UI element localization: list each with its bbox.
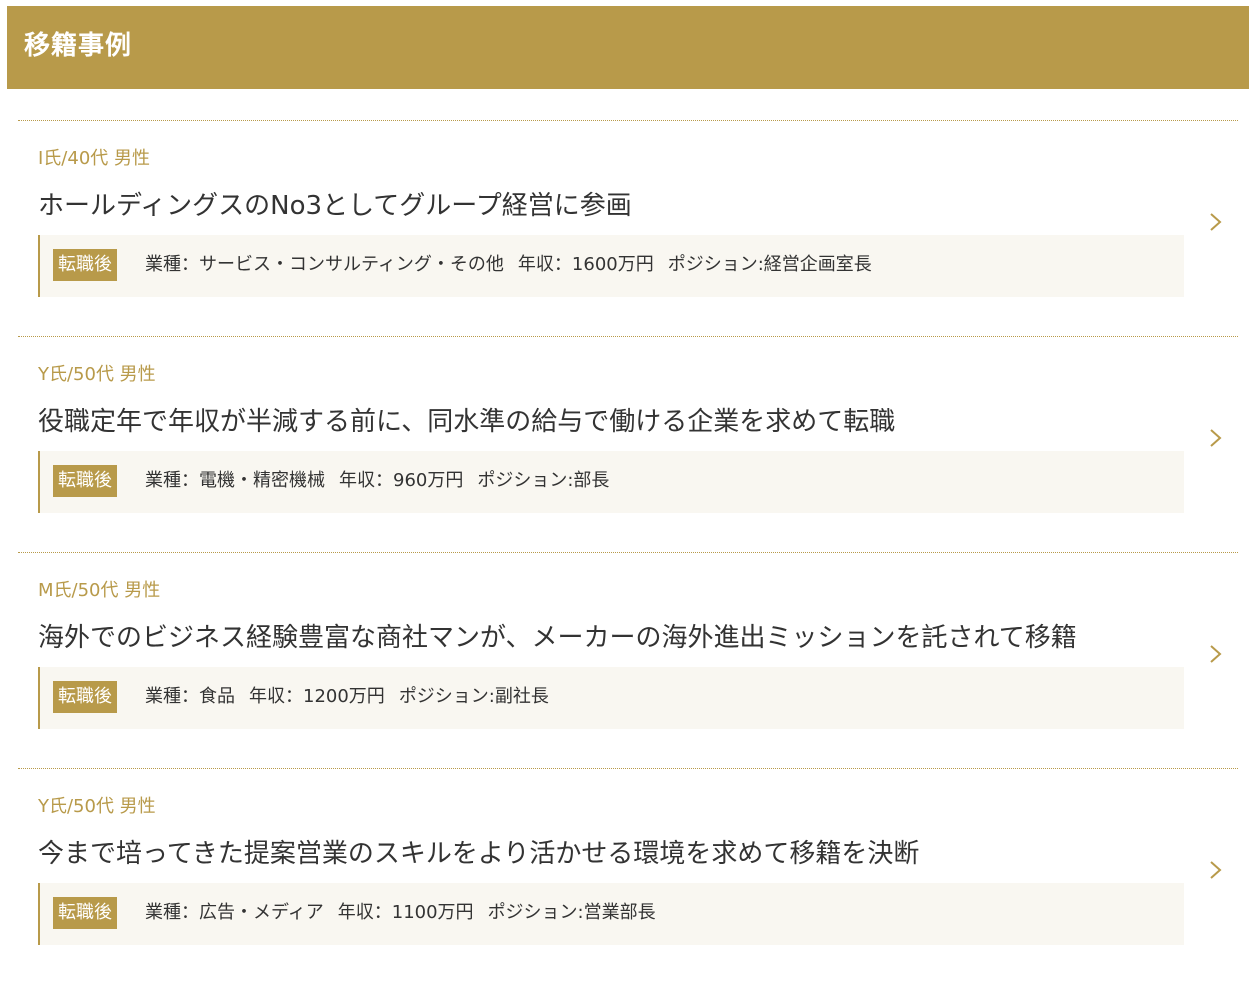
position-text: ポジション:営業部長: [487, 902, 656, 923]
after-transfer-box: 転職後 業種：食品 年収：1200万円 ポジション:副社長: [38, 667, 1184, 729]
position-text: ポジション:部長: [477, 470, 610, 491]
after-transfer-details: 業種：電機・精密機械 年収：960万円 ポジション:部長: [145, 467, 609, 495]
case-person: Y氏/50代 男性: [38, 796, 156, 817]
chevron-right-icon[interactable]: [1204, 209, 1226, 235]
after-transfer-tag: 転職後: [53, 465, 117, 497]
case-list: I氏/40代 男性 ホールディングスのNo3としてグループ経営に参画 転職後 業…: [18, 120, 1238, 984]
case-item[interactable]: Y氏/50代 男性 役職定年で年収が半減する前に、同水準の給与で働ける企業を求め…: [18, 336, 1238, 552]
section-title: 移籍事例: [24, 31, 133, 61]
after-transfer-box: 転職後 業種：広告・メディア 年収：1100万円 ポジション:営業部長: [38, 883, 1184, 945]
case-item[interactable]: I氏/40代 男性 ホールディングスのNo3としてグループ経営に参画 転職後 業…: [18, 120, 1238, 336]
income-text: 年収：960万円: [339, 470, 464, 491]
income-text: 年収：1200万円: [249, 686, 385, 707]
case-item[interactable]: M氏/50代 男性 海外でのビジネス経験豊富な商社マンが、メーカーの海外進出ミッ…: [18, 552, 1238, 768]
case-title[interactable]: 海外でのビジネス経験豊富な商社マンが、メーカーの海外進出ミッションを託されて移籍: [38, 621, 1077, 655]
after-transfer-tag: 転職後: [53, 681, 117, 713]
industry-text: 業種：広告・メディア: [145, 902, 324, 923]
case-person: I氏/40代 男性: [38, 148, 150, 169]
income-text: 年収：1600万円: [517, 254, 654, 275]
section-header: 移籍事例: [7, 6, 1249, 89]
chevron-right-icon[interactable]: [1204, 641, 1226, 667]
after-transfer-tag: 転職後: [53, 897, 117, 929]
position-text: ポジション:経営企画室長: [667, 254, 872, 275]
case-title[interactable]: 今まで培ってきた提案営業のスキルをより活かせる環境を求めて移籍を決断: [38, 837, 919, 871]
chevron-right-icon[interactable]: [1204, 425, 1226, 451]
after-transfer-details: 業種：広告・メディア 年収：1100万円 ポジション:営業部長: [145, 899, 656, 927]
after-transfer-details: 業種：サービス・コンサルティング・その他 年収：1600万円 ポジション:経営企画室…: [145, 251, 872, 279]
case-title[interactable]: ホールディングスのNo3としてグループ経営に参画: [38, 189, 632, 223]
after-transfer-box: 転職後 業種：電機・精密機械 年収：960万円 ポジション:部長: [38, 451, 1184, 513]
case-title[interactable]: 役職定年で年収が半減する前に、同水準の給与で働ける企業を求めて転職: [38, 405, 895, 439]
after-transfer-details: 業種：食品 年収：1200万円 ポジション:副社長: [145, 683, 549, 711]
case-person: Y氏/50代 男性: [38, 364, 156, 385]
industry-text: 業種：食品: [145, 686, 235, 707]
industry-text: 業種：電機・精密機械: [145, 470, 325, 491]
after-transfer-box: 転職後 業種：サービス・コンサルティング・その他 年収：1600万円 ポジション:経…: [38, 235, 1184, 297]
case-item[interactable]: Y氏/50代 男性 今まで培ってきた提案営業のスキルをより活かせる環境を求めて移…: [18, 768, 1238, 984]
position-text: ポジション:副社長: [398, 686, 549, 707]
chevron-right-icon[interactable]: [1204, 857, 1226, 883]
after-transfer-tag: 転職後: [53, 249, 117, 281]
case-person: M氏/50代 男性: [38, 580, 161, 601]
industry-text: 業種：サービス・コンサルティング・その他: [145, 254, 504, 275]
income-text: 年収：1100万円: [337, 902, 474, 923]
